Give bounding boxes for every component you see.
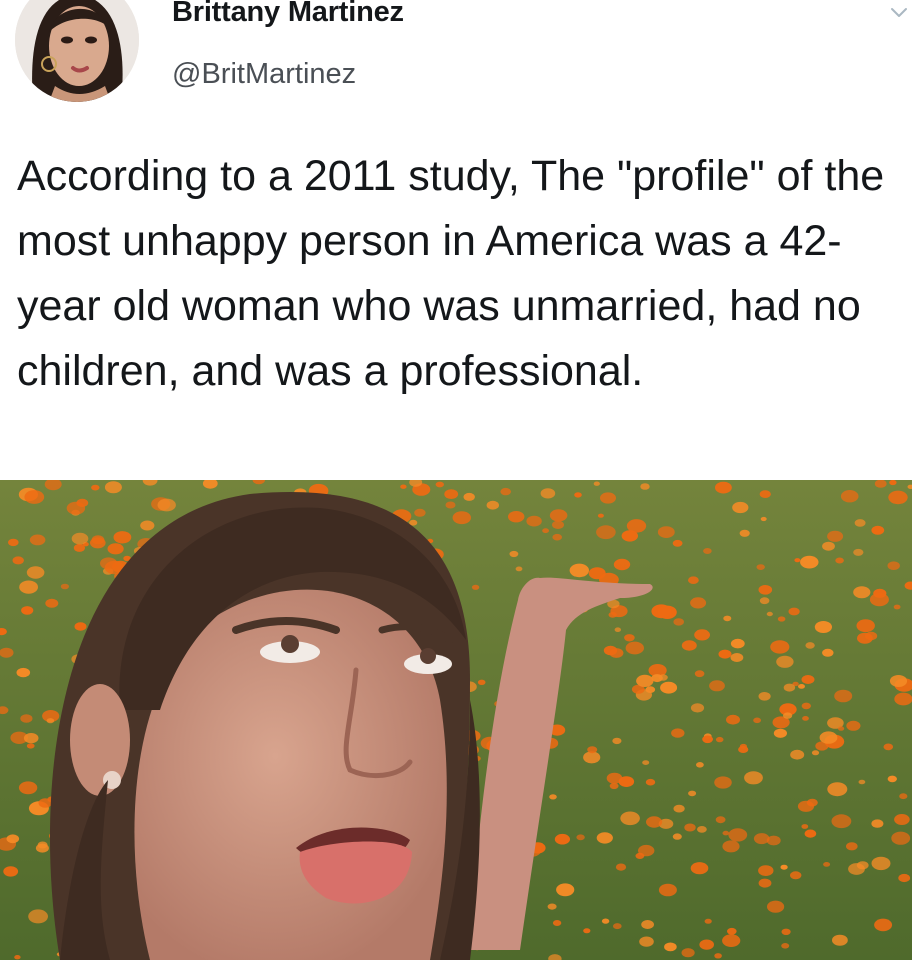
author-name[interactable]: Brittany Martinez: [172, 0, 404, 29]
chevron-down-icon[interactable]: [888, 2, 910, 24]
tweet-header: Brittany Martinez @BritMartinez: [0, 0, 912, 120]
poppy-field-image: [0, 480, 912, 960]
avatar[interactable]: [15, 0, 139, 102]
tweet-photo[interactable]: [0, 480, 912, 960]
author-handle[interactable]: @BritMartinez: [172, 58, 356, 91]
tweet-text: According to a 2011 study, The "profile"…: [17, 152, 885, 395]
